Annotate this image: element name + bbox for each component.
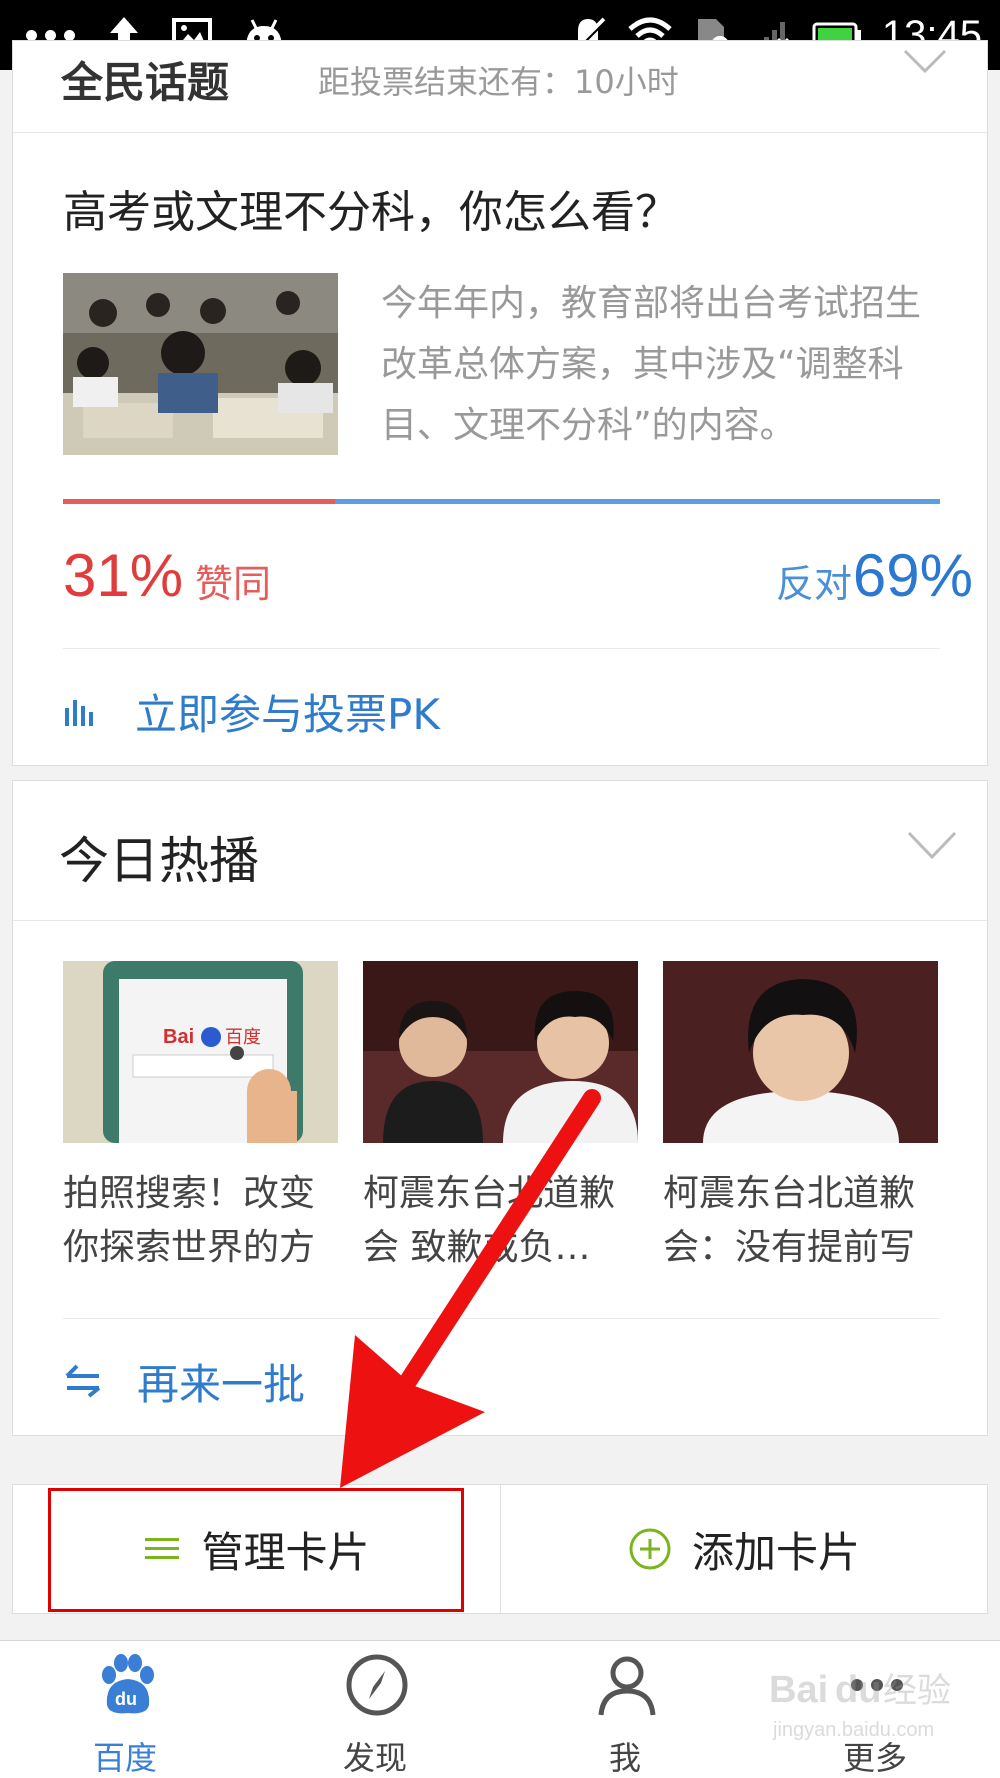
bar-chart-icon	[65, 700, 93, 726]
vote-card-header[interactable]: 全民话题 距投票结束还有：10小时	[13, 41, 987, 133]
compass-icon	[346, 1654, 408, 1716]
news-item[interactable]: Bai 百度 拍照搜索！改变你探索世界的方	[63, 961, 338, 1277]
baidu-jingyan-watermark: Bai du 经验 jingyan.baidu.com	[769, 1669, 951, 1741]
phone-baidu-image: Bai 百度	[63, 961, 338, 1143]
nav-label: 百度	[92, 1739, 157, 1777]
news-caption: 拍照搜索！改变你探索世界的方	[63, 1173, 316, 1268]
add-circle-icon	[629, 1528, 671, 1570]
chevron-down-icon[interactable]	[903, 49, 947, 77]
news-item[interactable]: 柯震东台北道歉会 致歉或负…	[363, 961, 638, 1277]
vote-card: 全民话题 距投票结束还有：10小时 高考或文理不分科，你怎么看？ 今年年内，教育…	[12, 40, 988, 766]
nav-item-discover[interactable]: 发现	[250, 1641, 500, 1778]
no-percent: 69%	[852, 542, 973, 609]
svg-text:经验: 经验	[883, 1671, 951, 1711]
vote-description: 今年年内，教育部将出台考试招生改革总体方案，其中涉及“调整科目、文理不分科”的内…	[381, 283, 922, 446]
add-card-button[interactable]: 添加卡片	[500, 1485, 987, 1613]
refresh-link[interactable]: 再来一批	[63, 1351, 305, 1411]
yes-percent: 31%	[63, 542, 184, 609]
news-item[interactable]: 柯震东台北道歉会：没有提前写	[663, 961, 938, 1277]
refresh-label: 再来一批	[137, 1359, 306, 1409]
svg-text:du: du	[115, 1689, 137, 1709]
person-icon	[598, 1656, 656, 1716]
vote-question[interactable]: 高考或文理不分科，你怎么看？	[63, 176, 679, 240]
nav-label: 发现	[342, 1739, 407, 1777]
nav-item-me[interactable]: 我	[500, 1641, 750, 1778]
svg-text:Bai: Bai	[769, 1669, 828, 1711]
yes-label: 赞同	[195, 562, 272, 606]
divider	[63, 648, 940, 649]
add-card-label: 添加卡片	[691, 1527, 860, 1577]
chevron-down-icon[interactable]	[907, 831, 957, 863]
svg-text:du: du	[835, 1669, 881, 1711]
press-conference-image	[363, 961, 638, 1143]
news-caption: 柯震东台北道歉会 致歉或负…	[363, 1173, 616, 1268]
highlight-box	[48, 1488, 464, 1612]
vote-countdown: 距投票结束还有：10小时	[318, 63, 679, 101]
vote-pk-label: 立即参与投票PK	[135, 689, 440, 739]
swap-arrows-icon	[65, 1364, 101, 1398]
hot-card-header[interactable]: 今日热播	[13, 781, 987, 921]
svg-text:jingyan.baidu.com: jingyan.baidu.com	[772, 1719, 934, 1741]
hot-card-title: 今日热播	[59, 832, 259, 890]
svg-text:Bai: Bai	[163, 1026, 194, 1048]
baidu-paw-icon: du	[102, 1654, 154, 1714]
nav-label: 我	[608, 1739, 641, 1777]
classroom-photo[interactable]	[63, 273, 338, 455]
svg-text:百度: 百度	[225, 1027, 261, 1048]
vote-yes-fill	[63, 499, 335, 504]
divider	[63, 1318, 940, 1319]
nav-item-baidu[interactable]: du 百度	[0, 1641, 250, 1778]
hot-card: 今日热播 Bai 百度 拍照搜索！改变你探索世界的方 柯震东台北道歉会 致歉或负…	[12, 780, 988, 1436]
vote-pk-link[interactable]: 立即参与投票PK	[63, 681, 440, 741]
vote-ratio-bar	[63, 499, 940, 504]
topic-title: 全民话题	[61, 58, 230, 107]
news-caption: 柯震东台北道歉会：没有提前写	[663, 1173, 916, 1268]
no-label: 反对	[775, 562, 852, 606]
portrait-image	[663, 961, 938, 1143]
